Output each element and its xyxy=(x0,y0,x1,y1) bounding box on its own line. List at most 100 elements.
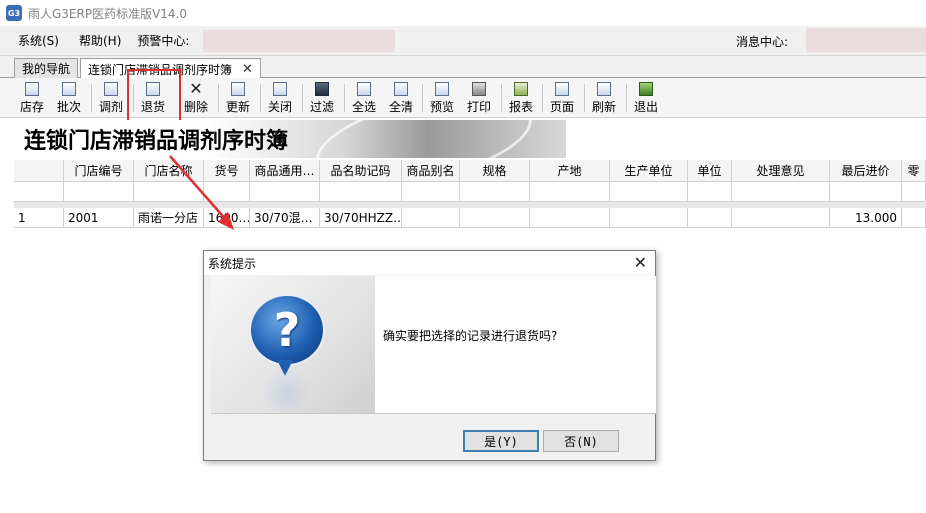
list-icon xyxy=(231,82,245,96)
banner-decoration xyxy=(308,120,540,158)
exit-button[interactable]: 退出 xyxy=(634,80,658,116)
table-cell xyxy=(902,208,926,228)
return-button[interactable]: 退货 xyxy=(141,80,165,116)
alert-center-label: 预警中心: xyxy=(137,34,190,48)
no-button[interactable]: 否(N) xyxy=(543,430,619,452)
button-label: 全清 xyxy=(389,100,414,114)
transfer-button[interactable]: 调剂 xyxy=(99,80,123,116)
filter-cell[interactable] xyxy=(250,182,320,202)
filter-row xyxy=(14,182,926,202)
button-label: 删除 xyxy=(184,100,209,114)
question-glyph: ? xyxy=(273,303,301,357)
filter-cell[interactable] xyxy=(688,182,732,202)
message-center-label: 消息中心: xyxy=(736,35,789,49)
column-header[interactable]: 商品别名 xyxy=(402,160,460,182)
delete-button[interactable]: ✕ 删除 xyxy=(184,80,208,116)
table-cell: 30/70混… xyxy=(250,208,320,228)
tab-my-navigation[interactable]: 我的导航 xyxy=(14,58,79,78)
question-icon: ? xyxy=(249,294,325,366)
column-header[interactable]: 最后进价 xyxy=(830,160,902,182)
report-button[interactable]: 报表 xyxy=(509,80,533,116)
column-header[interactable]: 单位 xyxy=(688,160,732,182)
system-prompt-dialog: 系统提示 ✕ ? 确实要把选择的记录进行退货吗? 是(Y) 否(N) xyxy=(203,250,656,461)
column-header[interactable]: 零 xyxy=(902,160,926,182)
store-stock-button[interactable]: 店存 xyxy=(20,80,44,116)
button-label: 打印 xyxy=(467,100,492,114)
dialog-body: ? 确实要把选择的记录进行退货吗? xyxy=(211,276,656,414)
filter-cell[interactable] xyxy=(14,182,64,202)
refresh-button[interactable]: 刷新 xyxy=(592,80,616,116)
column-header[interactable]: 门店名称 xyxy=(134,160,204,182)
button-label: 预览 xyxy=(430,100,455,114)
close-icon[interactable]: ✕ xyxy=(242,62,253,77)
toolbar-divider xyxy=(260,84,261,112)
toolbar-divider xyxy=(626,84,627,112)
button-label: 报表 xyxy=(509,100,534,114)
table-cell: 雨诺一分店 xyxy=(134,208,204,228)
close-button[interactable]: 关闭 xyxy=(268,80,292,116)
menu-help[interactable]: 帮助(H) xyxy=(79,32,121,49)
filter-cell[interactable] xyxy=(902,182,926,202)
filter-button[interactable]: 过滤 xyxy=(310,80,334,116)
column-header[interactable]: 处理意见 xyxy=(732,160,830,182)
toolbar-divider xyxy=(584,84,585,112)
print-button[interactable]: 打印 xyxy=(467,80,491,116)
filter-cell[interactable] xyxy=(530,182,610,202)
filter-cell[interactable] xyxy=(830,182,902,202)
table-cell xyxy=(610,208,688,228)
table-row[interactable]: 1 2001 雨诺一分店 1600… 30/70混… 30/70HHZZ… 13… xyxy=(14,208,926,228)
table-cell: 30/70HHZZ… xyxy=(320,208,402,228)
column-header[interactable]: 商品通用… xyxy=(250,160,320,182)
column-header[interactable]: 生产单位 xyxy=(610,160,688,182)
table-cell xyxy=(460,208,530,228)
column-header[interactable]: 品名助记码 xyxy=(320,160,402,182)
table-header-row: 门店编号 门店名称 货号 商品通用… 品名助记码 商品别名 规格 产地 生产单位… xyxy=(14,160,926,182)
column-header[interactable] xyxy=(14,160,64,182)
button-label: 关闭 xyxy=(268,100,293,114)
page-banner: 连锁门店滞销品调剂序时簿 xyxy=(14,120,566,158)
close-icon: ✕ xyxy=(189,79,203,98)
filter-cell[interactable] xyxy=(204,182,250,202)
table-cell xyxy=(732,208,830,228)
app-icon: G3 xyxy=(6,5,22,21)
table-cell xyxy=(402,208,460,228)
filter-cell[interactable] xyxy=(732,182,830,202)
select-all-button[interactable]: 全选 xyxy=(352,80,376,116)
filter-cell[interactable] xyxy=(320,182,402,202)
filter-cell[interactable] xyxy=(460,182,530,202)
button-label: 调剂 xyxy=(99,100,124,114)
filter-cell[interactable] xyxy=(134,182,204,202)
icon-reflection xyxy=(257,372,317,412)
dialog-illustration: ? xyxy=(211,276,375,413)
filter-cell[interactable] xyxy=(610,182,688,202)
column-header[interactable]: 门店编号 xyxy=(64,160,134,182)
close-icon[interactable]: ✕ xyxy=(634,253,647,272)
yes-button[interactable]: 是(Y) xyxy=(463,430,539,452)
list-icon xyxy=(357,82,371,96)
tab-label: 连锁门店滞销品调剂序时簿 xyxy=(88,62,233,77)
alert-center-field[interactable] xyxy=(203,29,396,52)
update-button[interactable]: 更新 xyxy=(226,80,250,116)
dialog-message: 确实要把选择的记录进行退货吗? xyxy=(383,329,558,343)
window-title: 雨人G3ERP医药标准版V14.0 xyxy=(28,6,188,21)
binoculars-icon xyxy=(315,82,329,96)
preview-button[interactable]: 预览 xyxy=(430,80,454,116)
toolbar-divider xyxy=(501,84,502,112)
filter-cell[interactable] xyxy=(402,182,460,202)
preview-icon xyxy=(435,82,449,96)
clear-all-button[interactable]: 全清 xyxy=(389,80,413,116)
column-header[interactable]: 货号 xyxy=(204,160,250,182)
list-icon xyxy=(104,82,118,96)
batch-button[interactable]: 批次 xyxy=(57,80,81,116)
tab-slow-moving-register[interactable]: 连锁门店滞销品调剂序时簿 ✕ xyxy=(80,58,261,79)
tab-label: 我的导航 xyxy=(22,62,71,76)
filter-cell[interactable] xyxy=(64,182,134,202)
table-cell: 1 xyxy=(14,208,64,228)
message-center-field[interactable] xyxy=(806,28,926,52)
menu-system[interactable]: 系统(S) xyxy=(18,32,59,49)
button-label: 刷新 xyxy=(592,100,617,114)
table-cell xyxy=(688,208,732,228)
column-header[interactable]: 规格 xyxy=(460,160,530,182)
page-button[interactable]: 页面 xyxy=(550,80,574,116)
column-header[interactable]: 产地 xyxy=(530,160,610,182)
